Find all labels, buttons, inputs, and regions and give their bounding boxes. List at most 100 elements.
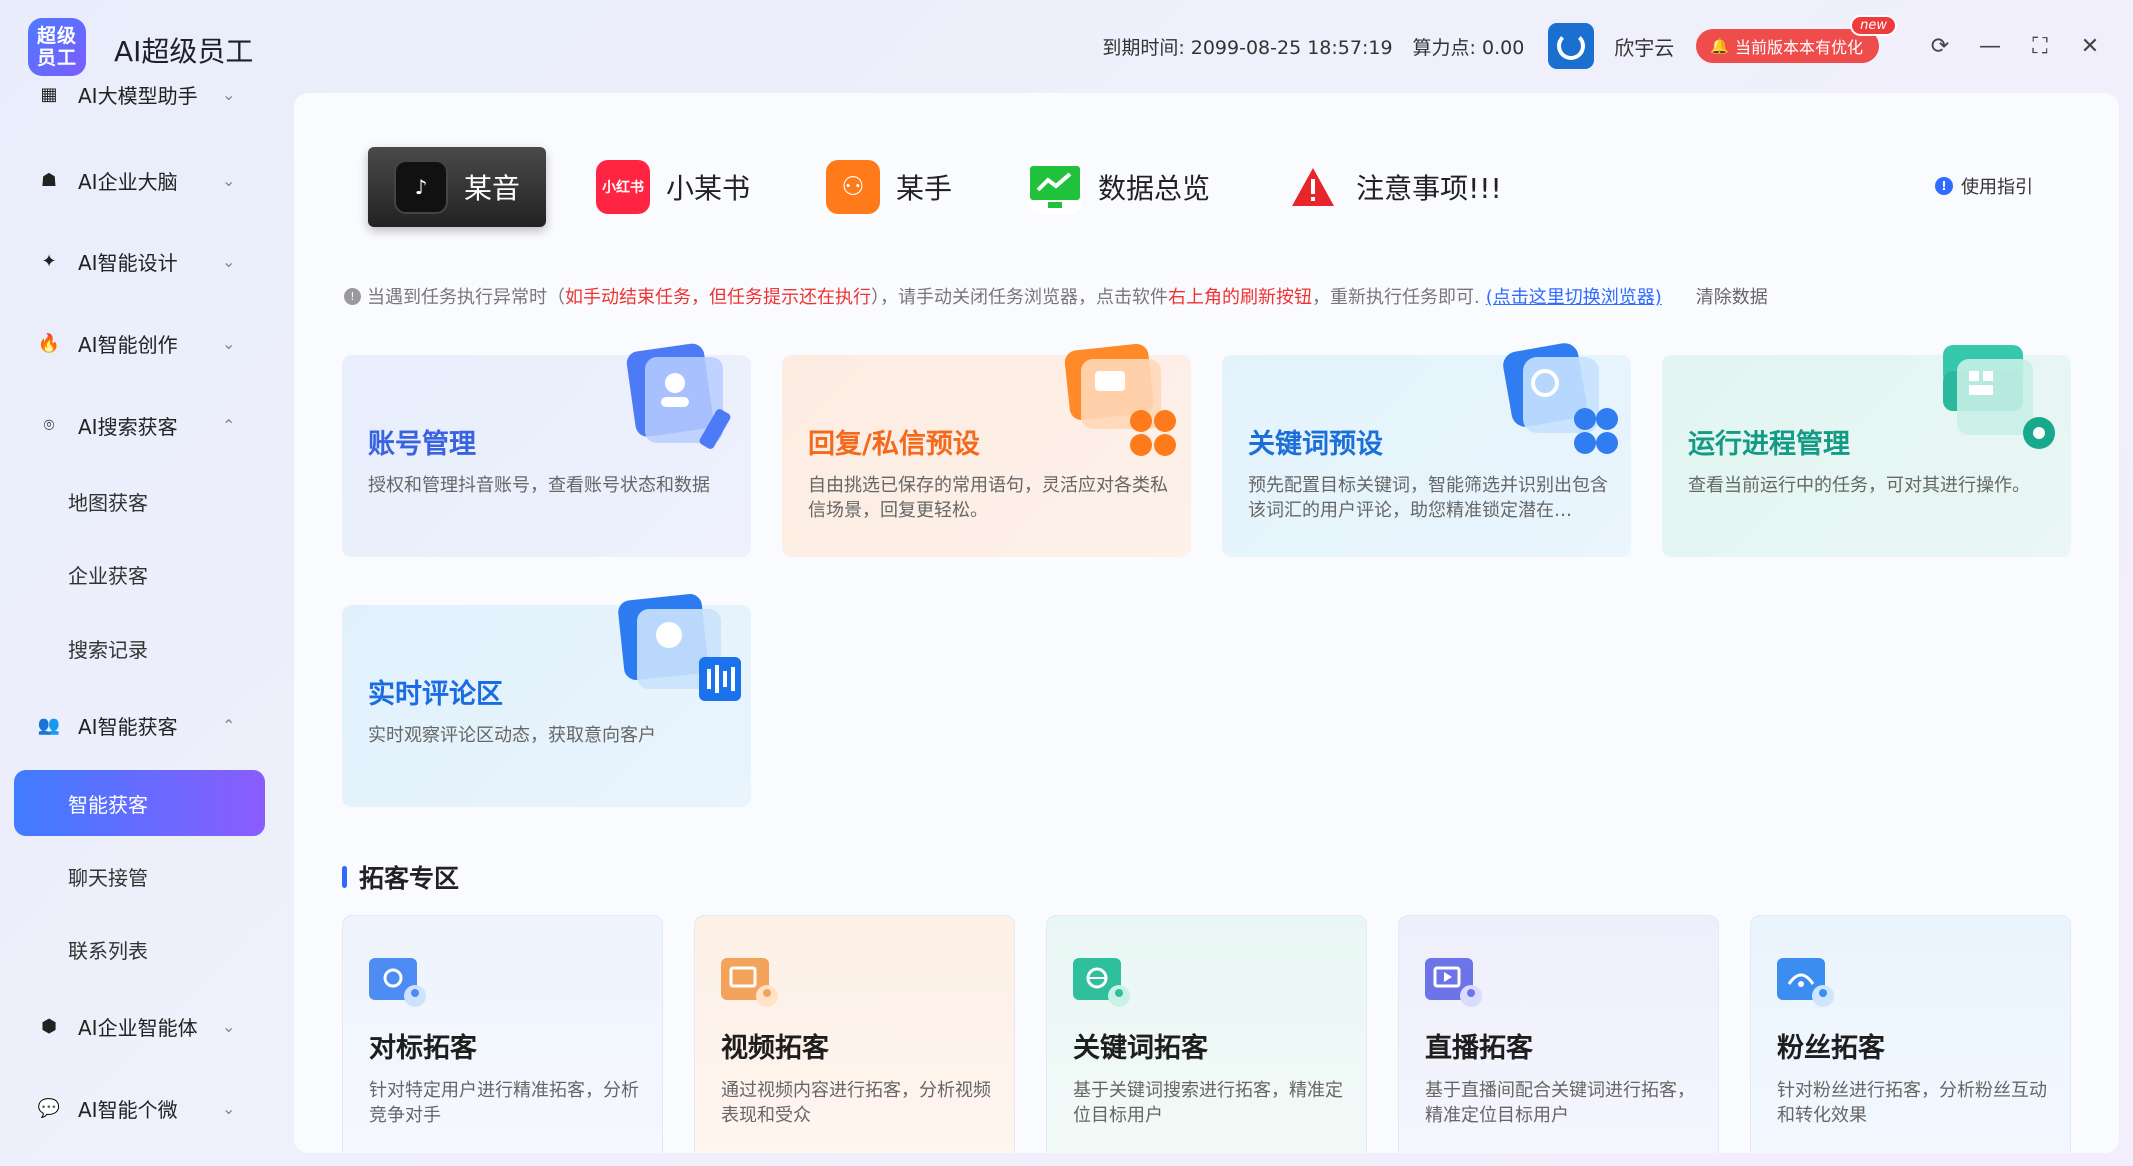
sidebar-item-smart-wechat[interactable]: 💬 AI智能个微 ⌄ [0, 1085, 280, 1131]
feature-title: 运行进程管理 [1688, 429, 1850, 460]
sidebar-sub-search-history[interactable]: 搜索记录 [14, 615, 265, 681]
switch-browser-link[interactable]: (点击这里切换浏览器) [1486, 283, 1662, 309]
notice-text: ，重新执行任务即可. [1312, 287, 1480, 308]
sidebar-item-enterprise-agent[interactable]: ⬢ AI企业智能体 ⌄ [0, 1003, 280, 1049]
feature-card-account[interactable]: 账号管理 授权和管理抖音账号，查看账号状态和数据 [342, 343, 751, 557]
prospect-desc: 基于直播间配合关键词进行拓客，精准定位目标用户 [1425, 1080, 1695, 1126]
sidebar-sub-contact-list[interactable]: 联系列表 [14, 916, 265, 982]
update-button[interactable]: 🔔 当前版本本有优化 new [1696, 15, 1897, 63]
sidebar-sub-enterprise-acquisition[interactable]: 企业获客 [14, 541, 265, 607]
sidebar-item-smart-acquisition[interactable]: 👥 AI智能获客 ⌃ [0, 702, 280, 748]
chevron-down-icon: ⌄ [222, 170, 236, 190]
chevron-down-icon: ⌄ [222, 333, 236, 353]
tab-data-overview[interactable]: 数据总览 [1002, 147, 1236, 227]
app-title: AI超级员工 [114, 35, 254, 68]
chevron-down-icon: ⌄ [222, 251, 236, 271]
prospect-card-fans[interactable]: 粉丝拓客 针对粉丝进行拓客，分析粉丝互动和转化效果 [1750, 915, 2071, 1153]
sidebar-item-label: AI智能个微 [78, 1097, 178, 1122]
prospect-desc: 针对特定用户进行精准拓客，分析竞争对手 [369, 1080, 639, 1126]
warning-icon [1286, 160, 1340, 214]
user-avatar[interactable] [1548, 23, 1595, 69]
prospect-title: 视频拓客 [721, 1033, 829, 1064]
keyword-icon [1073, 958, 1130, 1007]
prospect-title: 直播拓客 [1425, 1033, 1533, 1064]
sidebar-item-llm-assistant[interactable]: ▦ AI大模型助手 ⌄ [0, 71, 280, 117]
redbook-icon: 小红书 [596, 160, 651, 214]
feature-card-keyword-preset[interactable]: 关键词预设 预先配置目标关键词，智能筛选并识别出包含该词汇的用户评论，助您精准锁… [1222, 343, 1631, 557]
tab-label: 注意事项!!! [1356, 172, 1502, 205]
sidebar-item-search-acquisition[interactable]: ⌾ AI搜索获客 ⌃ [0, 402, 280, 448]
minimize-icon[interactable]: — [1965, 34, 2015, 59]
prospect-card-live[interactable]: 直播拓客 基于直播间配合关键词进行拓客，精准定位目标用户 [1398, 915, 1719, 1153]
video-icon [721, 958, 778, 1007]
clear-data-button[interactable]: 清除数据 [1696, 283, 1768, 309]
chevron-down-icon: ⌄ [222, 1098, 236, 1118]
account-card-icon [626, 343, 731, 449]
bell-icon: 🔔 [1710, 37, 1729, 55]
maximize-icon[interactable]: ⛶ [2015, 34, 2065, 59]
tab-notice[interactable]: 注意事项!!! [1260, 147, 1528, 227]
agent-icon: ⬢ [41, 1015, 57, 1037]
chevron-up-icon: ⌃ [222, 415, 236, 435]
sidebar-sub-smart-acquisition[interactable]: 智能获客 [14, 770, 265, 836]
users-icon: 👥 [37, 714, 61, 736]
sidebar-item-label: AI大模型助手 [78, 83, 198, 108]
sidebar-item-smart-creation[interactable]: 🔥 AI智能创作 ⌄ [0, 320, 280, 366]
guide-label: 使用指引 [1961, 177, 2033, 198]
tab-xiaohongshu[interactable]: 小红书 小某书 [570, 147, 776, 227]
sidebar-item-smart-design[interactable]: ✦ AI智能设计 ⌄ [0, 238, 280, 284]
title-bar: 超级员工 AI超级员工 到期时间: 2099-08-25 18:57:19 算力… [0, 0, 2133, 92]
brain-icon: ☗ [40, 169, 58, 191]
sidebar-item-label: AI企业大脑 [78, 169, 178, 194]
sidebar-item-label: AI智能设计 [78, 250, 178, 275]
sidebar-item-label: AI企业智能体 [78, 1015, 198, 1040]
feature-title: 账号管理 [368, 429, 476, 460]
flame-icon: 🔥 [37, 332, 61, 354]
feature-desc: 自由挑选已保存的常用语句，灵活应对各类私信场景，回复更轻松。 [808, 475, 1168, 521]
keyword-card-icon [1503, 343, 1618, 454]
refresh-icon[interactable]: ⟳ [1915, 34, 1965, 59]
sidebar-sub-chat-takeover[interactable]: 聊天接管 [14, 843, 265, 909]
prospect-card-keyword[interactable]: 关键词拓客 基于关键词搜索进行拓客，精准定位目标用户 [1046, 915, 1367, 1153]
kuaishou-icon: ⚇ [826, 160, 881, 214]
feature-card-live-comments[interactable]: 实时评论区 实时观察评论区动态，获取意向客户 [342, 594, 751, 807]
sidebar-sub-map-acquisition[interactable]: 地图获客 [14, 468, 265, 534]
prospect-card-benchmark[interactable]: 对标拓客 针对特定用户进行精准拓客，分析竞争对手 [342, 915, 663, 1153]
platform-tabs: ♪ 某音 小红书 小某书 ⚇ 某手 数据总览 注意事项!!! [368, 147, 1552, 227]
benchmark-icon [369, 958, 426, 1007]
main-panel: ♪ 某音 小红书 小某书 ⚇ 某手 数据总览 注意事项!!! ! 使用指引 ! [294, 93, 2119, 1153]
section-title: 拓客专区 [342, 859, 459, 895]
sidebar-item-label: AI智能创作 [78, 332, 178, 357]
chevron-down-icon: ⌄ [222, 84, 236, 104]
feature-card-reply-preset[interactable]: 回复/私信预设 自由挑选已保存的常用语句，灵活应对各类私信场景，回复更轻松。 [782, 343, 1191, 557]
tab-label: 某音 [464, 172, 521, 205]
compute-points: 算力点: 0.00 [1412, 36, 1525, 59]
usage-guide-link[interactable]: ! 使用指引 [1935, 173, 2033, 199]
feature-desc: 预先配置目标关键词，智能筛选并识别出包含该词汇的用户评论，助您精准锁定潜在… [1248, 475, 1608, 521]
tab-label: 小某书 [666, 172, 751, 205]
prospect-title: 关键词拓客 [1073, 1033, 1208, 1064]
sidebar: ▦ AI大模型助手 ⌄ ☗ AI企业大脑 ⌄ ✦ AI智能设计 ⌄ 🔥 AI智能… [0, 84, 280, 1166]
close-icon[interactable]: ✕ [2065, 34, 2115, 59]
app-logo: 超级员工 [28, 18, 86, 76]
comments-card-icon [618, 594, 741, 701]
section-bar [342, 866, 347, 888]
sidebar-item-enterprise-brain[interactable]: ☗ AI企业大脑 ⌄ [0, 157, 280, 203]
notice-highlight: 如手动结束任务，但任务提示还在执行 [565, 287, 871, 308]
chevron-up-icon: ⌃ [222, 715, 236, 735]
feature-desc: 查看当前运行中的任务，可对其进行操作。 [1688, 475, 2030, 496]
tab-douyin[interactable]: ♪ 某音 [368, 147, 547, 227]
design-icon: ✦ [41, 250, 57, 272]
prospect-card-video[interactable]: 视频拓客 通过视频内容进行拓客，分析视频表现和受众 [694, 915, 1015, 1153]
chat-icon: 💬 [37, 1097, 61, 1119]
feature-title: 实时评论区 [368, 679, 503, 710]
feature-card-process-manage[interactable]: 运行进程管理 查看当前运行中的任务，可对其进行操作。 [1662, 345, 2071, 557]
fans-icon [1777, 958, 1834, 1007]
sidebar-item-label: AI智能获客 [78, 714, 178, 739]
prospect-desc: 通过视频内容进行拓客，分析视频表现和受众 [721, 1080, 991, 1126]
feature-desc: 授权和管理抖音账号，查看账号状态和数据 [368, 475, 710, 496]
tab-label: 某手 [896, 172, 953, 205]
update-label: 当前版本本有优化 [1734, 38, 1863, 57]
grid-icon: ▦ [40, 83, 58, 105]
tab-kuaishou[interactable]: ⚇ 某手 [800, 147, 978, 227]
